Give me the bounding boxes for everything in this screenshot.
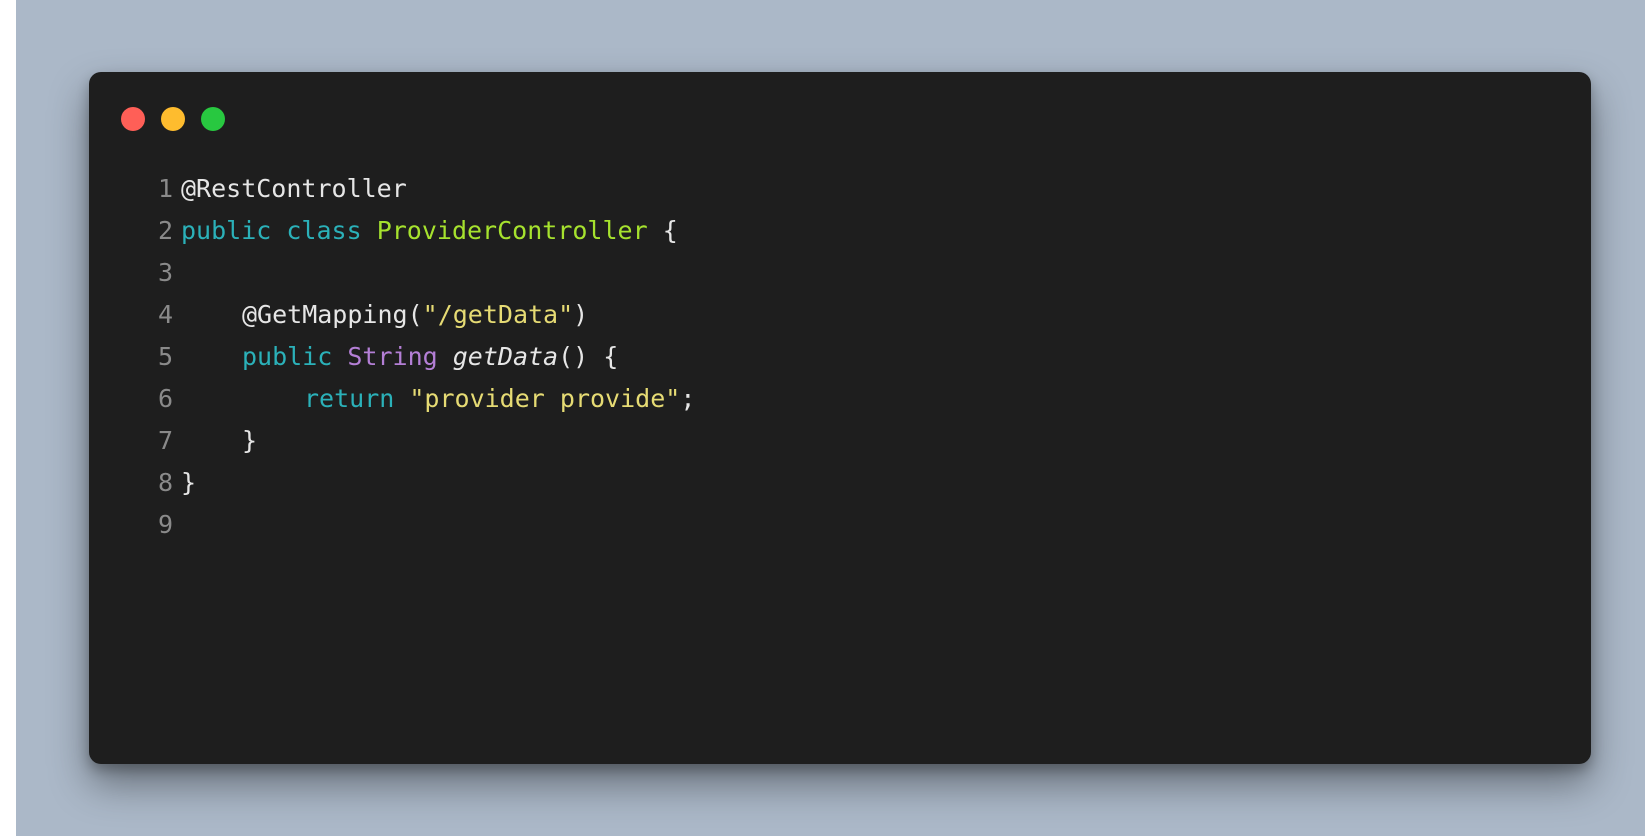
- string-token: "provider provide": [409, 384, 681, 413]
- line-number: 2: [157, 216, 173, 245]
- code-line-1: 1 @RestController: [137, 168, 1551, 210]
- code-block: 1 @RestController 2 public class ProviderC…: [137, 168, 1551, 546]
- paren-token: ): [573, 300, 589, 329]
- line-number: 3: [157, 258, 173, 287]
- minimize-dot-icon[interactable]: [161, 107, 185, 131]
- line-number: 5: [157, 342, 173, 371]
- code-line-4: 4 @GetMapping("/getData"): [137, 294, 1551, 336]
- annotation-token: @GetMapping: [242, 300, 408, 329]
- keyword-token: return: [304, 384, 395, 413]
- code-window: 1 @RestController 2 public class ProviderC…: [89, 72, 1591, 764]
- paren-token: (): [558, 342, 589, 371]
- brace-token: {: [603, 342, 619, 371]
- code-line-8: 8}: [137, 462, 1551, 504]
- keyword-token: public: [181, 216, 272, 245]
- maximize-dot-icon[interactable]: [201, 107, 225, 131]
- line-number: 1: [157, 174, 173, 203]
- code-line-9: 9: [137, 504, 1551, 546]
- method-name-token: getData: [452, 342, 559, 371]
- line-number: 4: [157, 300, 173, 329]
- type-token: String: [347, 342, 438, 371]
- code-line-5: 5 public String getData() {: [137, 336, 1551, 378]
- keyword-token: public: [242, 342, 333, 371]
- close-dot-icon[interactable]: [121, 107, 145, 131]
- code-line-7: 7}: [137, 420, 1551, 462]
- code-line-6: 6 return "provider provide";: [137, 378, 1551, 420]
- code-line-3: 3: [137, 252, 1551, 294]
- class-name-token: ProviderController: [376, 216, 648, 245]
- semicolon-token: ;: [680, 384, 696, 413]
- keyword-token: class: [286, 216, 362, 245]
- brace-token: {: [662, 216, 678, 245]
- brace-token: }: [181, 468, 197, 497]
- code-line-2: 2 public class ProviderController {: [137, 210, 1551, 252]
- line-number: 8: [157, 468, 173, 497]
- line-number: 9: [157, 510, 173, 539]
- line-number: 7: [157, 426, 173, 455]
- brace-token: }: [242, 426, 258, 455]
- string-token: "/getData": [422, 300, 574, 329]
- annotation-token: @RestController: [181, 174, 407, 203]
- line-number: 6: [157, 384, 173, 413]
- paren-token: (: [407, 300, 423, 329]
